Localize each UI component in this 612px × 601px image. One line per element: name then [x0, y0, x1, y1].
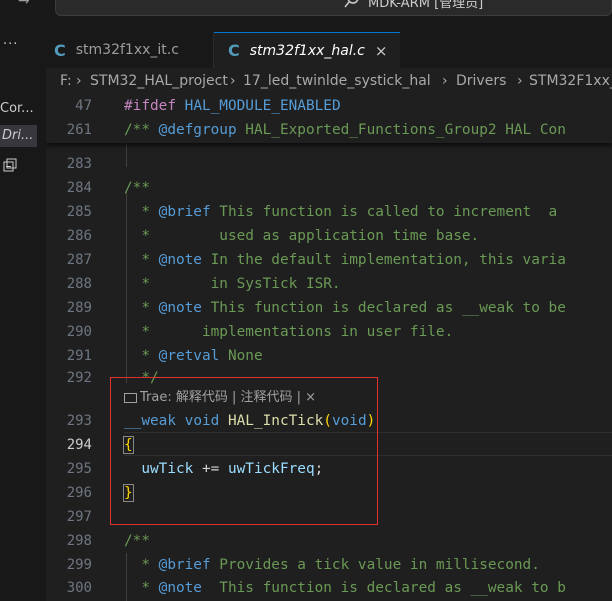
code-text: /**: [124, 533, 150, 549]
line-number: 296: [66, 485, 92, 501]
code-line: 284 /**: [46, 177, 612, 201]
code-line: 285 * @brief This function is called to …: [46, 201, 612, 225]
line-number: 286: [66, 228, 92, 244]
code-text: * used as application time base.: [124, 228, 480, 244]
arrow-right-icon[interactable]: →: [18, 0, 30, 9]
chevron-right-icon: ›: [442, 73, 448, 89]
c-file-icon: C: [228, 41, 240, 60]
breadcrumb-item[interactable]: STM32F1xx_: [529, 73, 612, 89]
code-line: 289 * @note This function is declared as…: [46, 297, 612, 321]
explorer-item-label: Cor...: [0, 101, 34, 116]
breadcrumb-item[interactable]: STM32_HAL_project: [90, 73, 228, 89]
code-line: 287 * @note In the default implementatio…: [46, 249, 612, 273]
line-number: 284: [66, 180, 92, 196]
code-text: * in SysTick ISR.: [124, 276, 341, 292]
line-number: 290: [66, 324, 92, 340]
close-icon[interactable]: ×: [375, 42, 388, 60]
editor-tabs: C stm32f1xx_it.c C stm32f1xx_hal.c ×: [46, 32, 612, 69]
code-editor[interactable]: 47 #ifdef HAL_MODULE_ENABLED 261 /** @de…: [46, 95, 612, 601]
search-icon: [344, 0, 359, 8]
code-line: 298 /**: [46, 530, 612, 554]
nav-controls: →: [0, 0, 46, 18]
line-number: 295: [66, 461, 92, 477]
command-center-text: MDK-ARM [管理员]: [368, 0, 484, 11]
code-line: 288 * in SysTick ISR.: [46, 273, 612, 297]
code-line: 261 /** @defgroup HAL_Exported_Functions…: [46, 119, 612, 143]
breadcrumb-item[interactable]: F:: [60, 73, 72, 89]
highlight-box: [110, 377, 378, 525]
code-line: 286 * used as application time base.: [46, 225, 612, 249]
explorer-item-label: Dri...: [2, 128, 34, 143]
title-bar: → MDK-ARM [管理员]: [0, 0, 612, 32]
code-line: 300 * @note This function is declared as…: [46, 577, 612, 601]
code-line: 290 * implementations in user file.: [46, 321, 612, 345]
breadcrumb-item[interactable]: Drivers: [456, 73, 506, 89]
line-number: 289: [66, 300, 92, 316]
line-number: 47: [75, 98, 92, 114]
code-text: /** @defgroup HAL_Exported_Functions_Gro…: [124, 122, 566, 138]
explorer-sidebar: ··· Cor... Dri...: [0, 32, 37, 601]
code-text: /**: [124, 180, 150, 196]
line-number: 293: [66, 413, 92, 429]
explorer-item-drivers[interactable]: Dri...: [0, 125, 37, 147]
code-line: 291 * @retval None: [46, 345, 612, 369]
more-actions-icon[interactable]: ···: [3, 37, 18, 52]
breadcrumb: F: › STM32_HAL_project › 17_led_twinlde_…: [46, 68, 612, 95]
tab-label: stm32f1xx_it.c: [75, 42, 179, 58]
chevron-right-icon: ›: [76, 73, 82, 89]
line-number: 285: [66, 204, 92, 220]
code-text: * @note This function is declared as __w…: [124, 300, 566, 316]
code-text: * @note In the default implementation, t…: [124, 252, 566, 268]
line-number: 287: [66, 252, 92, 268]
code-text: * @brief This function is called to incr…: [124, 204, 558, 220]
tab-stm32f1xx-hal[interactable]: C stm32f1xx_hal.c ×: [214, 32, 400, 68]
code-text: * implementations in user file.: [124, 324, 454, 340]
tab-label: stm32f1xx_hal.c: [249, 42, 365, 59]
line-number: 300: [66, 580, 92, 596]
sidebar-divider: [37, 32, 46, 601]
code-line: 47 #ifdef HAL_MODULE_ENABLED: [46, 95, 612, 119]
line-number: 299: [66, 557, 92, 573]
breadcrumb-item[interactable]: 17_led_twinlde_systick_hal: [243, 73, 431, 89]
explorer-item-core[interactable]: Cor...: [0, 101, 37, 121]
line-number: 292: [66, 370, 92, 386]
line-number: 298: [66, 533, 92, 549]
code-text: #ifdef HAL_MODULE_ENABLED: [124, 98, 341, 114]
chevron-right-icon: ›: [517, 73, 523, 89]
chevron-right-icon: ›: [230, 73, 236, 89]
code-text: * @note This function is declared as __w…: [124, 580, 566, 596]
collapse-all-icon[interactable]: [3, 158, 17, 172]
c-file-icon: C: [54, 40, 66, 60]
line-number: 294: [66, 437, 92, 453]
line-number: 283: [66, 156, 92, 172]
code-line: 299 * @brief Provides a tick value in mi…: [46, 554, 612, 578]
code-text: * @retval None: [124, 348, 263, 364]
code-line: 283: [46, 153, 612, 177]
tab-stm32f1xx-it[interactable]: C stm32f1xx_it.c: [46, 32, 214, 68]
line-number: 261: [66, 122, 92, 138]
sticky-scroll[interactable]: 47 #ifdef HAL_MODULE_ENABLED 261 /** @de…: [46, 95, 612, 143]
code-text: * @brief Provides a tick value in millis…: [124, 557, 540, 573]
line-number: 288: [66, 276, 92, 292]
line-number: 291: [66, 348, 92, 364]
command-center[interactable]: [55, 0, 612, 16]
line-number: 297: [66, 509, 92, 525]
